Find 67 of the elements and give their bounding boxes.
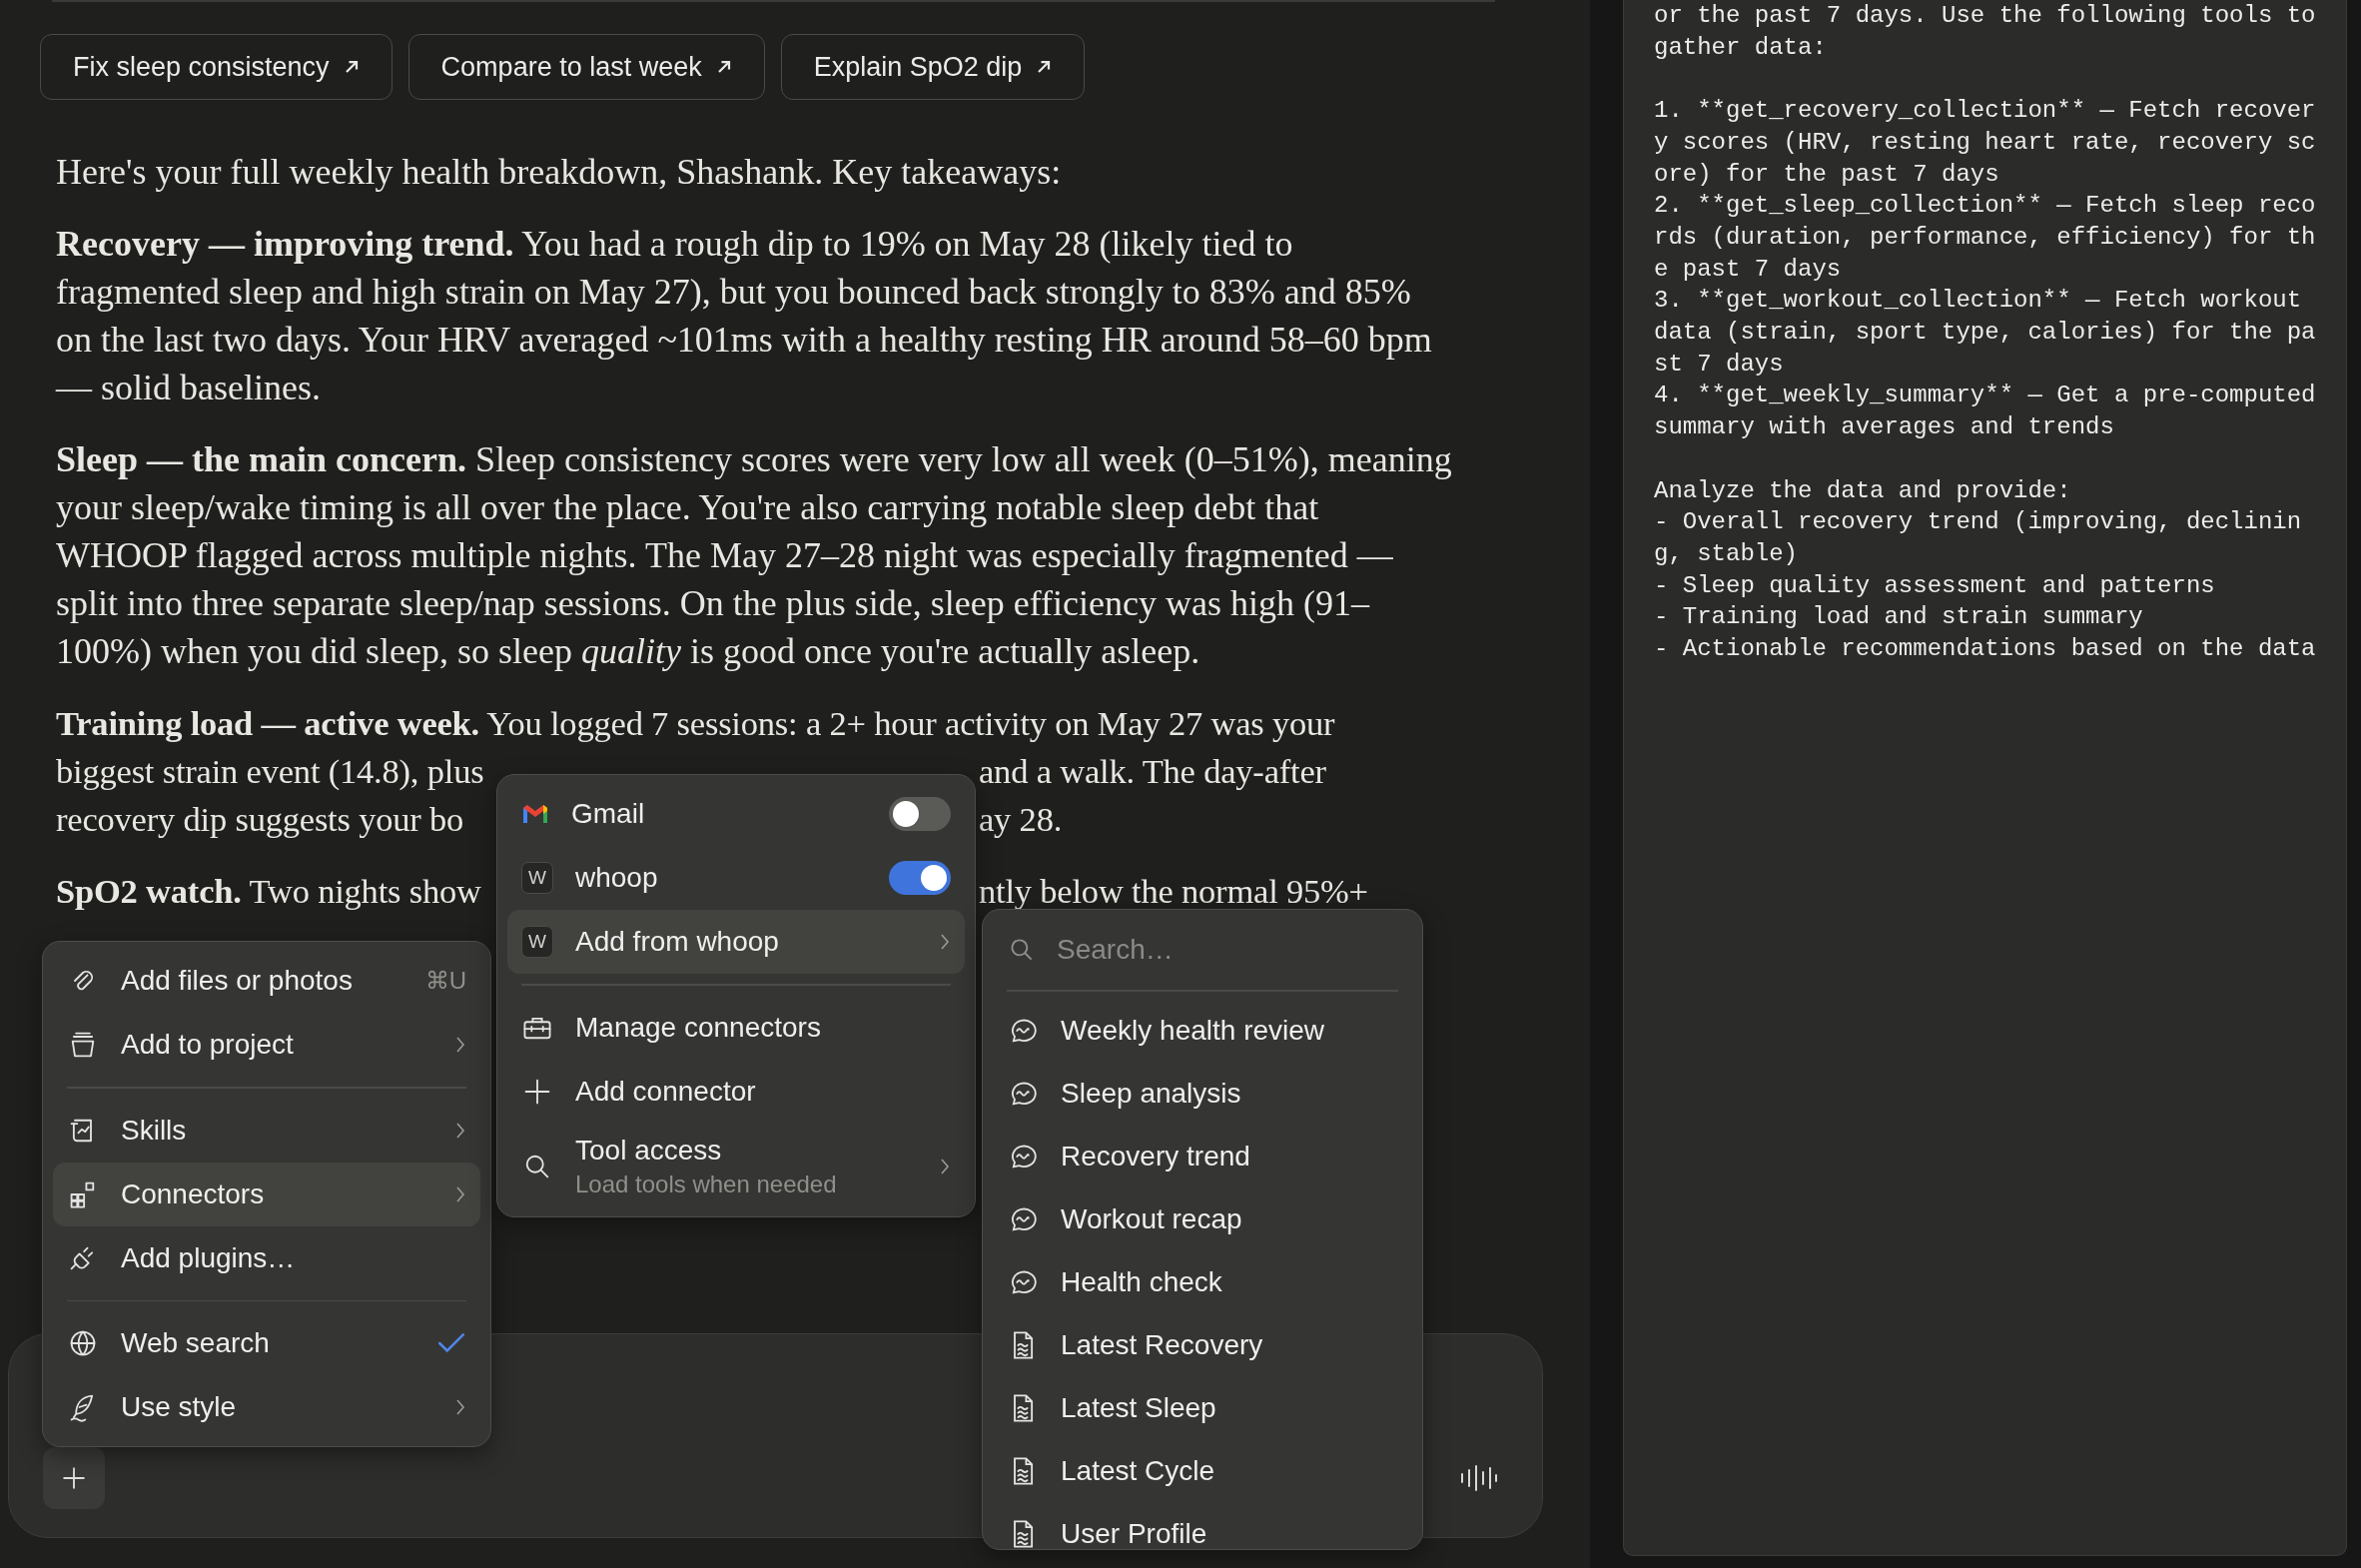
menu-item[interactable]: Add to project	[53, 1013, 480, 1077]
code-line: e past 7 days	[1654, 254, 1843, 285]
menu-item[interactable]: Latest Recovery	[993, 1313, 1412, 1377]
suggestion-chip[interactable]: Compare to last week	[407, 34, 765, 100]
code-line: 4. **get_weekly_summary** — Get a pre-computed	[1654, 381, 2317, 411]
chevron-right-icon	[454, 1035, 466, 1055]
whoop-logo-icon: W	[521, 862, 553, 894]
code-line: - Overall recovery trend (improving, declinin	[1654, 507, 2303, 538]
message-paragraph: Sleep — the main concern. Sleep consistency scores were very low all week (0–51%), meaning your sleep/wake timing is all over the place. You're also carrying notable sleep debt that WHOOP flagged across multiple nights. The May 27–28 night was especially fragmented — split into three separate sleep/nap sessions. On the plus side, sleep efficiency was high (91–100%) when you did sleep, so sleep quality is good once you're actually asleep.	[56, 438, 1453, 673]
menu-item[interactable]: Gmail	[507, 782, 965, 846]
code-line: summary with averages and trends	[1654, 412, 2115, 443]
menu-item[interactable]: Add plugins…	[53, 1225, 480, 1290]
code-line: 1. **get_recovery_collection** — Fetch recover	[1654, 96, 2317, 127]
code-line: y scores (HRV, resting heart rate, recovery sc	[1654, 127, 2317, 158]
item-description: Load tools when needed	[575, 1170, 838, 1198]
code-line: g, stable)	[1654, 538, 1800, 569]
message-paragraph: Recovery — improving trend. You had a rough dip to 19% on May 28 (likely tied to fragmented sleep and high strain on May 27), but you bounced back strongly to 83% and 85% on the last two days. Your HRV averaged ~101ms with a healthy resting HR around 58–60 bpm — solid baselines.	[56, 223, 1433, 409]
code-line: or the past 7 days. Use the following tools to	[1654, 1, 2317, 31]
menu-item[interactable]: Latest Cycle	[993, 1439, 1412, 1503]
menu-item[interactable]: Recovery trend	[993, 1125, 1412, 1188]
menu-item[interactable]: Manage connectors	[507, 995, 965, 1060]
menu-item[interactable]: Web search	[53, 1311, 480, 1375]
message-text: and a walk. The day-after	[979, 751, 1326, 792]
search-field[interactable]: Search…	[1055, 933, 1358, 967]
menu-item[interactable]: Skills	[53, 1098, 480, 1163]
menu-item[interactable]: User Profile	[993, 1502, 1412, 1549]
code-line: Analyze the data and provide:	[1654, 475, 2072, 506]
menu-item[interactable]: Use style	[53, 1375, 480, 1439]
code-line: - Sleep quality assessment and patterns	[1654, 570, 2216, 601]
code-line: 3. **get_workout_collection** — Fetch workout	[1654, 286, 2303, 317]
menu-item[interactable]: Health check	[993, 1250, 1412, 1314]
suggestion-chip[interactable]: Fix sleep consistency	[40, 34, 393, 100]
message-text: ay 28.	[979, 799, 1063, 840]
menu-item[interactable]: Connectors	[53, 1162, 480, 1226]
whoop-logo-icon: W	[521, 926, 553, 958]
menu-item[interactable]: Weekly health review	[993, 999, 1412, 1063]
chevron-right-icon	[454, 1397, 466, 1417]
add-button[interactable]	[43, 1447, 105, 1509]
code-line: 2. **get_sleep_collection** — Fetch sleep reco	[1654, 191, 2317, 222]
code-line: gather data:	[1654, 32, 1828, 63]
voice-icon[interactable]	[1458, 1462, 1498, 1494]
message-text: biggest strain event (14.8), plus	[56, 751, 484, 792]
menu-item[interactable]: Tool access Load tools when needed	[507, 1123, 965, 1209]
code-line: rds (duration, performance, efficiency) for th	[1654, 222, 2317, 253]
menu-item[interactable]: Sleep analysis	[993, 1062, 1412, 1126]
suggestion-chip[interactable]: Explain SpO2 dip	[780, 34, 1086, 100]
message-text: recovery dip suggests your bo	[56, 799, 464, 840]
menu-item[interactable]: Add files or photos ⌘U	[53, 949, 480, 1013]
code-line: st 7 days	[1654, 349, 1785, 380]
code-line: ore) for the past 7 days	[1654, 159, 2000, 190]
code-line: - Actionable recommendations based on the data	[1654, 634, 2317, 665]
menu-item[interactable]: Add connector	[507, 1059, 965, 1124]
toggle-switch[interactable]	[889, 797, 951, 831]
menu-item[interactable]: W whoop	[507, 846, 965, 910]
message-paragraph: Here's your full weekly health breakdown, Shashank. Key takeaways:	[56, 151, 1063, 194]
menu-item[interactable]: Workout recap	[993, 1187, 1412, 1251]
toggle-switch[interactable]	[889, 861, 951, 895]
chevron-right-icon	[939, 932, 951, 952]
menu-item[interactable]: Latest Sleep	[993, 1376, 1412, 1440]
shortcut-hint: ⌘U	[424, 967, 466, 995]
message-text: SpO2 watch. Two nights show	[56, 871, 481, 912]
code-line: data (strain, sport type, calories) for the pa	[1654, 318, 2317, 348]
mail-logo-icon	[521, 803, 549, 825]
menu-item[interactable]: W Add from whoop	[507, 910, 965, 974]
message-text: Training load — active week. You logged 7 sessions: a 2+ hour activity on May 27 was your	[56, 703, 1335, 744]
message-text: ntly below the normal 95%+	[979, 871, 1368, 912]
code-line: - Training load and strain summary	[1654, 602, 2144, 633]
